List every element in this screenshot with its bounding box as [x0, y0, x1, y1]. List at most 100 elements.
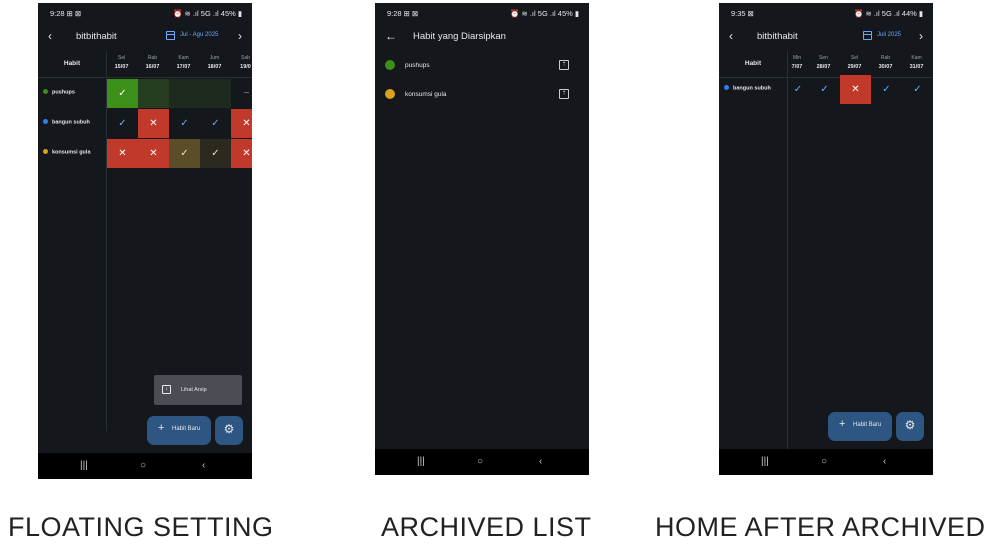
app-title: bitbithabit	[76, 31, 117, 42]
day-header: Jum 18/07	[207, 55, 222, 70]
back-icon[interactable]: ‹	[883, 456, 886, 467]
habit-cell[interactable]	[169, 79, 200, 108]
day-header: Rab 30/07	[878, 55, 893, 70]
grid-divider	[106, 51, 107, 431]
unarchive-icon[interactable]: ⇡	[559, 60, 569, 70]
day-header: Kam 17/07	[176, 55, 191, 70]
habit-cell[interactable]: ✓	[200, 109, 231, 138]
habit-cell[interactable]: ✓	[107, 79, 138, 108]
gear-icon: ⚙	[904, 418, 916, 432]
archived-item: konsumsi gula ⇡	[375, 82, 589, 110]
settings-button[interactable]: ⚙	[896, 412, 924, 441]
habit-cell[interactable]: ✕	[840, 75, 871, 104]
day-header: Sen 28/07	[816, 55, 831, 70]
habit-cell[interactable]: ✓	[169, 139, 200, 168]
day-header: Sab 19/0	[240, 55, 251, 70]
gear-icon: ⚙	[223, 422, 235, 436]
app-bar: ‹ bitbithabit Juli 2025 ›	[719, 23, 933, 51]
day-header: Sel 29/07	[847, 55, 862, 70]
habit-color-dot	[43, 149, 48, 154]
habit-cell[interactable]: ✓	[809, 75, 840, 104]
habit-cell[interactable]: ✕	[107, 139, 138, 168]
habit-cell[interactable]: ✓	[169, 109, 200, 138]
day-header: Min 7/07	[791, 55, 803, 70]
status-icons: ⏰ ≋ .ıl 5G .ıl 45% ▮	[173, 9, 242, 18]
prev-period-icon[interactable]: ‹	[48, 29, 52, 43]
phone-archived-list: 9:28 ⊞ ⊠ ⏰ ≋ .ıl 5G .ıl 45% ▮ ← Habit ya…	[375, 3, 589, 475]
system-nav-bar: ||| ○ ‹	[38, 453, 252, 479]
habit-cell[interactable]: ✕	[138, 109, 169, 138]
system-nav-bar: ||| ○ ‹	[719, 449, 933, 475]
habit-color-dot	[43, 89, 48, 94]
archived-habit-name: pushups	[405, 62, 430, 69]
date-range[interactable]: Juli 2025	[877, 32, 901, 38]
back-icon[interactable]: ‹	[539, 456, 542, 467]
habit-row: pushups ✓ ~	[38, 79, 252, 108]
back-arrow-icon[interactable]: ←	[385, 29, 397, 43]
calendar-icon[interactable]	[863, 31, 872, 40]
habit-cell[interactable]	[200, 79, 231, 108]
calendar-icon[interactable]	[166, 31, 175, 40]
habit-cell[interactable]: ~	[231, 79, 252, 108]
habit-color-dot	[385, 60, 395, 70]
date-range[interactable]: Jul - Agu 2025	[180, 32, 218, 38]
habit-name[interactable]: pushups	[43, 89, 75, 96]
habit-name[interactable]: bangun subuh	[43, 119, 90, 126]
habit-row: bangun subuh ✓ ✓ ✕ ✓ ✓	[719, 75, 933, 104]
new-habit-label: Habit Baru	[172, 426, 201, 432]
habit-column-header: Habit	[63, 60, 81, 67]
habit-row: bangun subuh ✓ ✕ ✓ ✓ ✕	[38, 109, 252, 138]
back-icon[interactable]: ‹	[202, 460, 205, 471]
habit-name[interactable]: konsumsi gula	[43, 149, 91, 156]
prev-period-icon[interactable]: ‹	[729, 29, 733, 43]
habit-cell[interactable]: ✕	[231, 109, 252, 138]
grid-divider	[787, 51, 788, 451]
status-bar: 9:28 ⊞ ⊠ ⏰ ≋ .ıl 5G .ıl 45% ▮	[375, 3, 589, 23]
new-habit-button[interactable]: + Habit Baru	[828, 412, 892, 441]
habit-cell[interactable]: ✓	[788, 75, 808, 104]
habit-color-dot	[385, 89, 395, 99]
status-bar: 9:28 ⊞ ⊠ ⏰ ≋ .ıl 5G .ıl 45% ▮	[38, 3, 252, 23]
habit-color-dot	[43, 119, 48, 124]
archived-habit-name: konsumsi gula	[405, 91, 447, 98]
habit-cell[interactable]: ✕	[138, 139, 169, 168]
habit-cell[interactable]: ✓	[200, 139, 231, 168]
day-header: Kam 31/07	[909, 55, 924, 70]
grid-header: Habit Sel 15/07 Rab 16/07 Kam 17/07 Jum 18/0…	[38, 51, 252, 78]
habit-cell[interactable]: ✓	[871, 75, 902, 104]
recent-apps-icon[interactable]: |||	[761, 456, 769, 467]
habit-cell[interactable]: ✓	[902, 75, 933, 104]
habit-cell[interactable]	[138, 79, 169, 108]
status-icons: ⏰ ≋ .ıl 5G .ıl 45% ▮	[510, 9, 579, 18]
next-period-icon[interactable]: ›	[919, 29, 923, 43]
recent-apps-icon[interactable]: |||	[417, 456, 425, 467]
archive-menu-label: Lihat Arsip	[181, 387, 207, 393]
home-icon[interactable]: ○	[140, 460, 146, 471]
archive-icon: ↓	[162, 385, 171, 394]
archive-menu-item[interactable]: ↓ Lihat Arsip	[154, 375, 242, 405]
day-header: Sel 15/07	[114, 55, 129, 70]
habit-cell[interactable]: ✕	[231, 139, 252, 168]
status-bar: 9:35 ⊠ ⏰ ≋ .ıl 5G .ıl 44% ▮	[719, 3, 933, 23]
app-title: bitbithabit	[757, 31, 798, 42]
home-icon[interactable]: ○	[477, 456, 483, 467]
new-habit-label: Habit Baru	[853, 422, 882, 428]
status-icons: ⏰ ≋ .ıl 5G .ıl 44% ▮	[854, 9, 923, 18]
home-icon[interactable]: ○	[821, 456, 827, 467]
new-habit-button[interactable]: + Habit Baru	[147, 416, 211, 445]
day-header: Rab 16/07	[145, 55, 160, 70]
habit-cell[interactable]: ✓	[107, 109, 138, 138]
caption-home-after-archived: HOME AFTER ARCHIVED	[655, 512, 986, 542]
unarchive-icon[interactable]: ⇡	[559, 89, 569, 99]
recent-apps-icon[interactable]: |||	[80, 460, 88, 471]
caption-floating-setting: FLOATING SETTING	[8, 512, 274, 542]
grid-header: Habit Min 7/07 Sen 28/07 Sel 29/07 Rab 30/07…	[719, 51, 933, 78]
status-time: 9:35 ⊠	[731, 9, 754, 18]
caption-archived-list: ARCHIVED LIST	[381, 512, 592, 542]
habit-color-dot	[724, 85, 729, 90]
status-time: 9:28 ⊞ ⊠	[50, 9, 82, 18]
system-nav-bar: ||| ○ ‹	[375, 449, 589, 475]
habit-name[interactable]: bangun subuh	[724, 85, 771, 92]
settings-button[interactable]: ⚙	[215, 416, 243, 445]
next-period-icon[interactable]: ›	[238, 29, 242, 43]
